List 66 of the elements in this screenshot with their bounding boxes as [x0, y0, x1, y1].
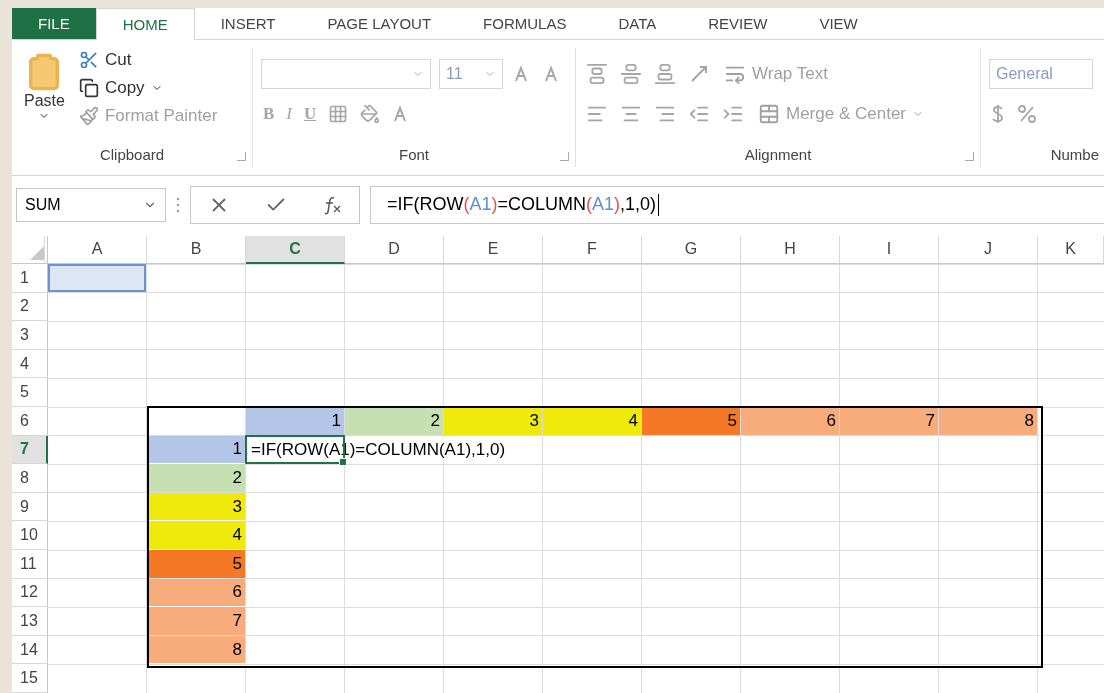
table-cell[interactable]: 3: [444, 407, 542, 435]
ribbon-tab[interactable]: FILE: [12, 8, 96, 40]
table-cell[interactable]: 7: [840, 407, 938, 435]
table-cell[interactable]: 6: [741, 407, 839, 435]
scissors-icon: [78, 50, 99, 71]
select-all-icon[interactable]: [30, 246, 44, 261]
column-header[interactable]: H: [741, 235, 840, 265]
column-header[interactable]: A: [48, 235, 147, 265]
group-label: Clipboard: [99, 145, 165, 163]
row-header[interactable]: 12: [12, 578, 48, 608]
launcher-icon[interactable]: [965, 151, 974, 161]
row-header[interactable]: 2: [12, 292, 48, 322]
paste-button[interactable]: Paste: [20, 48, 69, 146]
row-header[interactable]: 15: [12, 664, 48, 693]
column-header[interactable]: E: [444, 235, 543, 265]
table-cell[interactable]: 5: [642, 407, 740, 435]
table-cell[interactable]: 6: [147, 578, 245, 607]
row-header[interactable]: 6: [12, 407, 48, 436]
grip-icon: [176, 196, 180, 213]
table-cell[interactable]: 5: [147, 550, 245, 578]
row-header[interactable]: 5: [12, 378, 48, 408]
fill-handle[interactable]: [339, 458, 347, 467]
table-cell[interactable]: 8: [939, 407, 1037, 435]
row-header[interactable]: 13: [12, 607, 48, 636]
launcher-icon[interactable]: [237, 151, 246, 161]
column-header[interactable]: K: [1038, 235, 1104, 265]
table-cell[interactable]: 3: [147, 492, 245, 521]
launcher-icon[interactable]: [560, 151, 569, 161]
group-label: Alignment: [744, 145, 812, 163]
paintbrush-icon: [78, 106, 99, 127]
row-header[interactable]: 14: [12, 635, 48, 665]
group-label: Font: [399, 145, 429, 163]
column-header[interactable]: F: [543, 235, 642, 265]
column-header[interactable]: I: [840, 235, 939, 265]
table-cell[interactable]: 4: [147, 521, 245, 550]
font-name-field[interactable]: [261, 59, 431, 90]
row-header[interactable]: 1: [12, 264, 48, 293]
table-cell[interactable]: 4: [543, 407, 641, 435]
table-cell[interactable]: [48, 264, 146, 292]
merge-icon: [758, 103, 780, 126]
copy-icon: [78, 78, 99, 99]
row-header[interactable]: 4: [12, 349, 48, 379]
table-cell[interactable]: 1: [246, 407, 344, 435]
row-header[interactable]: 7: [12, 435, 48, 465]
row-header[interactable]: 8: [12, 464, 48, 493]
column-header[interactable]: D: [345, 235, 444, 265]
column-header[interactable]: J: [939, 235, 1038, 265]
row-header[interactable]: 10: [12, 521, 48, 551]
ribbon-tab[interactable]: HOME: [95, 8, 195, 41]
function-icon[interactable]: [321, 194, 342, 215]
group-label: Numbe: [1050, 145, 1099, 163]
row-header[interactable]: 3: [12, 321, 48, 350]
table-cell[interactable]: 8: [147, 635, 245, 664]
table-cell[interactable]: 7: [147, 607, 245, 635]
formula-field[interactable]: =IF(ROW(A1)=COLUMN(A1),1,0): [370, 185, 1104, 224]
table-cell[interactable]: 1: [147, 435, 245, 464]
row-header[interactable]: 11: [12, 550, 48, 579]
table-cell[interactable]: 2: [345, 407, 443, 435]
column-header[interactable]: B: [147, 235, 246, 265]
name-box[interactable]: SUM: [16, 187, 166, 222]
cut-button[interactable]: Cut: [74, 48, 222, 73]
table-cell[interactable]: 2: [147, 464, 245, 492]
row-header[interactable]: 9: [12, 492, 48, 522]
copy-button[interactable]: Copy: [74, 76, 222, 101]
column-header[interactable]: G: [642, 235, 741, 265]
column-header[interactable]: C: [246, 235, 345, 265]
